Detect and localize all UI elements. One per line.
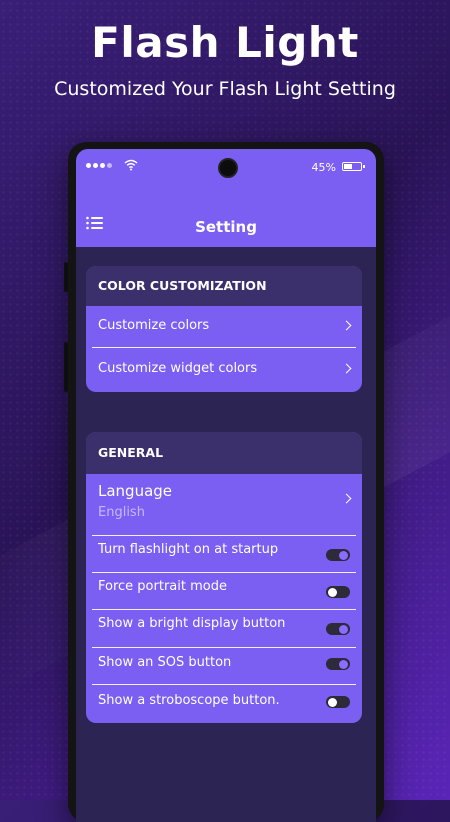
promo-subtitle: Customized Your Flash Light Setting [54,78,396,100]
phone-volume-button [64,342,68,392]
section-header-color: COLOR CUSTOMIZATION [86,266,362,306]
toggle-knob [328,697,337,707]
language-label: Language [98,482,173,500]
toggle-label-startup: Turn flashlight on at startup [98,542,279,557]
toggle-switch-startup[interactable] [326,549,350,561]
toggle-label-portrait: Force portrait mode [98,579,227,594]
customize-colors-label: Customize colors [98,318,210,333]
toggle-row-bright-display[interactable]: Show a bright display button [92,610,356,648]
chevron-right-icon [341,363,352,374]
language-value: English [98,505,145,520]
toggle-switch-bright-display[interactable] [326,623,350,635]
customize-widget-colors-item[interactable]: Customize widget colors [92,348,356,392]
chevron-right-icon [341,493,352,504]
toggle-switch-sos[interactable] [326,658,350,670]
toggle-switch-portrait[interactable] [326,586,350,598]
toggle-knob [339,624,348,634]
language-item[interactable]: Language English [92,474,356,536]
page-title: Setting [195,218,257,236]
wifi-icon [124,159,138,171]
phone-screen: 45% Setting COLOR CUSTOMIZATION Customiz… [76,149,376,822]
toggle-row-portrait[interactable]: Force portrait mode [92,573,356,610]
toggle-knob [339,659,348,669]
phone-side-button [64,262,68,292]
signal-icon [86,163,112,168]
toggle-label-stroboscope: Show a stroboscope button. [98,693,280,708]
promo-title: Flash Light [91,18,359,67]
toggle-row-stroboscope[interactable]: Show a stroboscope button. [92,685,356,723]
toggle-row-sos[interactable]: Show an SOS button [92,648,356,685]
toggle-row-startup[interactable]: Turn flashlight on at startup [92,536,356,573]
phone-frame: 45% Setting COLOR CUSTOMIZATION Customiz… [64,142,384,822]
customize-colors-item[interactable]: Customize colors [92,306,356,348]
status-bar: 45% [86,158,366,179]
toggle-knob [339,550,348,560]
front-camera [218,158,238,178]
color-customization-card: COLOR CUSTOMIZATION Customize colors Cus… [86,266,362,392]
toggle-knob [328,587,337,597]
customize-widget-colors-label: Customize widget colors [98,361,258,376]
chevron-right-icon [341,320,352,331]
battery-level-fill [344,164,353,169]
battery-percent: 45% [311,161,336,174]
section-header-general: GENERAL [86,432,362,474]
toggle-label-sos: Show an SOS button [98,655,232,670]
app-bar: 45% Setting [76,149,376,247]
toggle-switch-stroboscope[interactable] [326,696,350,708]
toggle-label-bright-display: Show a bright display button [98,616,286,631]
battery-icon [342,162,365,171]
general-card: GENERAL Language English Turn flashlight… [86,432,362,723]
